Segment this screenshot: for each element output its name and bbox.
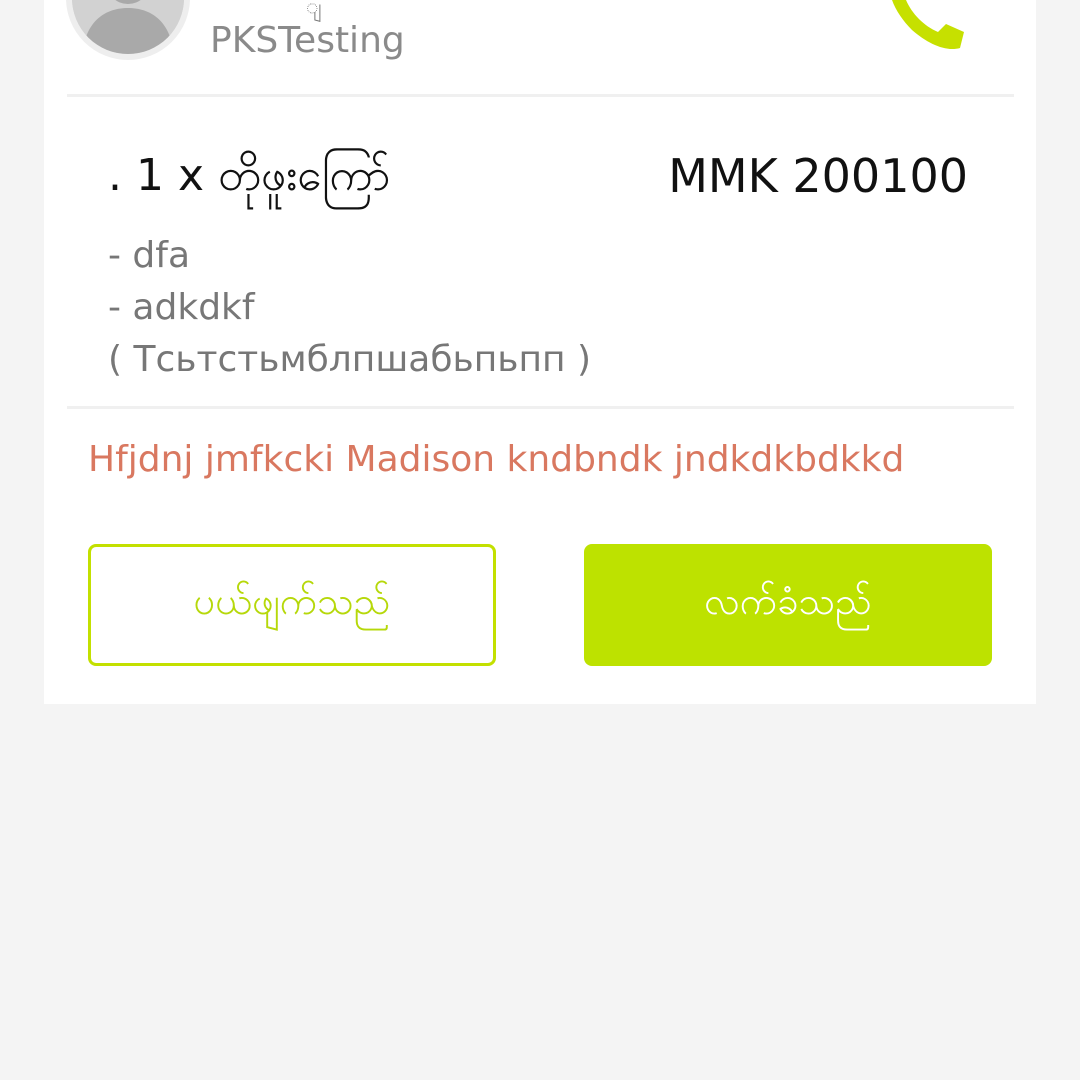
order-item-price: MMK 200100 <box>668 149 968 203</box>
divider <box>67 406 1014 409</box>
user-avatar-icon <box>66 0 190 60</box>
order-item-option: - adkdkf <box>108 287 255 328</box>
order-card: ျ PKSTesting . 1 x တိုဖူးကြော် MMK 20010… <box>44 0 1036 704</box>
order-note: Hfjdnj jmfkcki Madison kndbndk jndkdkbdk… <box>88 439 905 480</box>
reject-button-label: ပယ်ဖျက်သည် <box>193 579 391 623</box>
order-item-line: . 1 x တိုဖူးကြော် <box>108 150 391 201</box>
accept-button-label: လက်ခံသည် <box>704 579 872 623</box>
customer-name-fragment: ျ <box>306 0 322 18</box>
accept-order-button[interactable]: လက်ခံသည် <box>584 544 992 666</box>
customer-name: PKSTesting <box>210 20 405 61</box>
reject-order-button[interactable]: ပယ်ဖျက်သည် <box>88 544 496 666</box>
phone-icon <box>892 0 964 49</box>
order-item-option: - dfa <box>108 235 191 276</box>
order-item-option: ( Тсьтстьмблпшабьпьпп ) <box>108 339 592 380</box>
call-customer-button[interactable] <box>880 0 970 54</box>
divider <box>67 94 1014 97</box>
